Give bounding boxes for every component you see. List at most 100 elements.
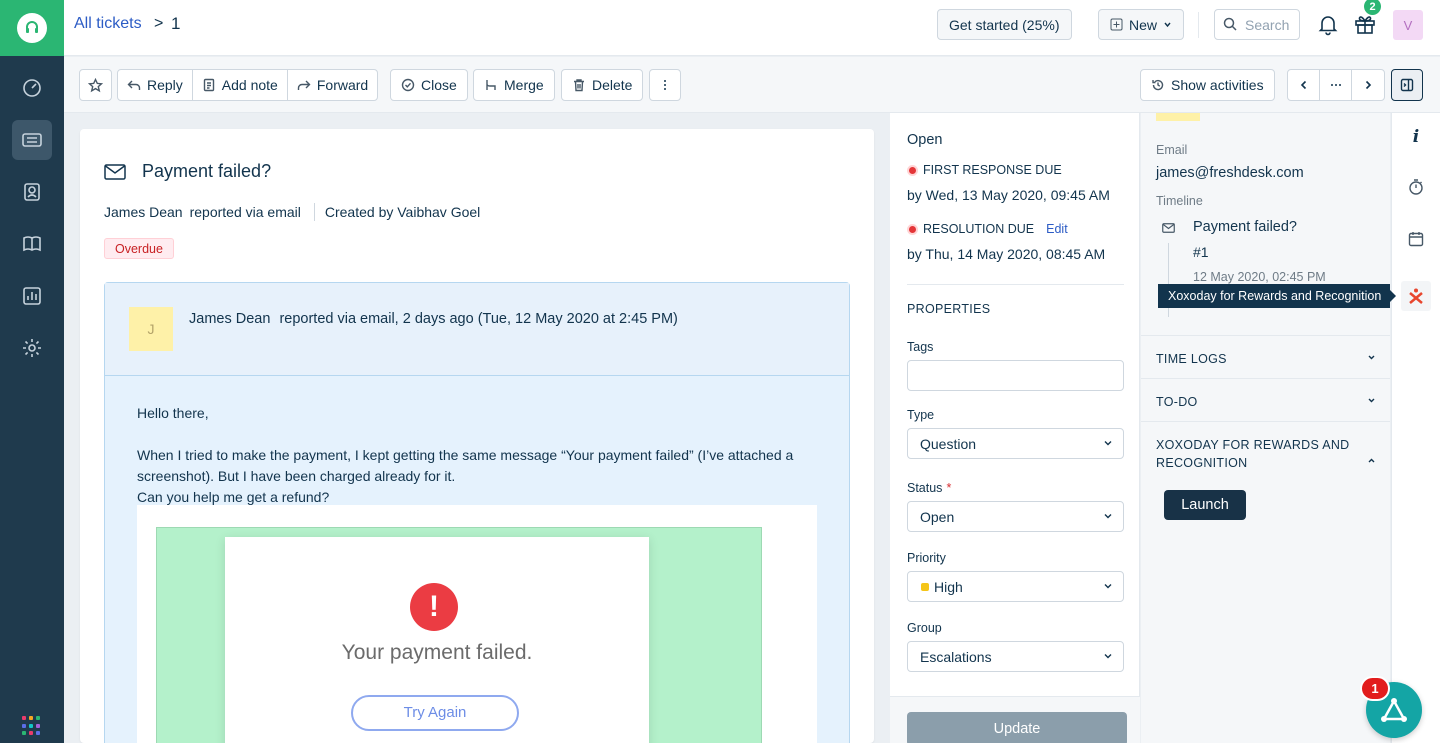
xoxoday-title[interactable]: XOXODAY FOR REWARDS AND RECOGNITION	[1156, 436, 1356, 472]
message-sender[interactable]: James Dean	[189, 311, 270, 327]
search-input[interactable]: Search	[1214, 9, 1300, 40]
chevron-up-icon[interactable]	[1367, 456, 1376, 465]
breadcrumb-all-tickets[interactable]: All tickets	[74, 15, 142, 33]
ticket-list-more-button[interactable]	[1320, 70, 1352, 100]
screenshot-try-again: Try Again	[351, 695, 519, 731]
close-button[interactable]: Close	[390, 69, 468, 101]
email-label: Email	[1156, 143, 1188, 157]
resolution-row: RESOLUTION DUE Edit	[907, 222, 1068, 236]
notifications-bell-icon[interactable]	[1316, 12, 1340, 36]
ticket-toolbar: Reply Add note Forward Close Merge Delet…	[64, 57, 1440, 113]
tags-label: Tags	[907, 340, 934, 354]
freshdesk-logo[interactable]	[0, 0, 64, 56]
add-note-button[interactable]: Add note	[193, 70, 288, 100]
more-actions-button[interactable]	[649, 69, 681, 101]
priority-label: Priority	[907, 551, 946, 565]
knowledge-base-icon[interactable]	[12, 224, 52, 264]
message-body: Hello there, When I tried to make the pa…	[137, 403, 827, 508]
todo-section[interactable]: TO-DO	[1141, 378, 1390, 421]
reply-button[interactable]: Reply	[118, 70, 193, 100]
gift-icon[interactable]	[1353, 12, 1377, 36]
priority-select[interactable]: High	[907, 571, 1124, 602]
check-circle-icon	[401, 78, 415, 92]
contact-email[interactable]: james@freshdesk.com	[1156, 165, 1304, 181]
get-started-button[interactable]: Get started (25%)	[937, 9, 1072, 40]
ticket-card: Payment failed? James Dean reported via …	[80, 129, 874, 743]
resolution-edit-link[interactable]: Edit	[1046, 222, 1068, 236]
merge-button[interactable]: Merge	[473, 69, 555, 101]
conversation-message: J James Dean reported via email, 2 days …	[104, 282, 850, 743]
settings-icon[interactable]	[12, 328, 52, 368]
status-label: Status *	[907, 481, 951, 495]
timeline-ticket-title[interactable]: Payment failed?	[1193, 219, 1297, 235]
chevron-down-icon	[1164, 22, 1171, 28]
headset-icon	[17, 13, 47, 43]
calendar-icon[interactable]	[1404, 227, 1428, 251]
xoxoday-app-icon[interactable]	[1401, 281, 1431, 311]
requester-name[interactable]: James Dean	[104, 204, 183, 220]
toggle-sidebar-button[interactable]	[1391, 69, 1423, 101]
type-select[interactable]: Question	[907, 428, 1124, 459]
star-button[interactable]	[79, 69, 112, 101]
close-label: Close	[421, 77, 457, 93]
chevron-right-icon	[1365, 80, 1372, 90]
required-marker: *	[946, 481, 952, 495]
ticket-nav-group	[1287, 69, 1385, 101]
tags-input[interactable]	[907, 360, 1124, 391]
left-nav	[0, 0, 64, 743]
group-select[interactable]: Escalations	[907, 641, 1124, 672]
user-avatar[interactable]: V	[1393, 10, 1423, 40]
status-label-text: Status	[907, 481, 943, 495]
email-icon	[104, 164, 126, 180]
forward-button[interactable]: Forward	[288, 70, 377, 100]
chevron-down-icon	[1368, 398, 1375, 403]
delete-button[interactable]: Delete	[561, 69, 644, 101]
ticket-id: 1	[171, 14, 181, 33]
breadcrumb-separator: >	[154, 15, 164, 32]
reply-icon	[127, 80, 141, 90]
app-switcher-icon[interactable]	[22, 716, 42, 736]
xoxoday-tooltip: Xoxoday for Rewards and Recognition	[1158, 284, 1396, 308]
created-by: Created by Vaibhav Goel	[324, 204, 481, 220]
search-placeholder: Search	[1245, 16, 1290, 33]
contacts-icon[interactable]	[12, 172, 52, 212]
time-logs-section[interactable]: TIME LOGS	[1141, 335, 1390, 378]
reports-icon[interactable]	[12, 276, 52, 316]
gift-badge: 2	[1364, 0, 1381, 15]
ellipsis-icon	[1330, 84, 1341, 86]
show-activities-button[interactable]: Show activities	[1140, 69, 1275, 101]
first-response-label: FIRST RESPONSE DUE	[923, 163, 1062, 177]
update-button[interactable]: Update	[907, 712, 1127, 743]
previous-ticket-button[interactable]	[1288, 70, 1320, 100]
todo-title: TO-DO	[1156, 395, 1198, 409]
dashboard-icon[interactable]	[12, 68, 52, 108]
note-icon	[203, 78, 214, 92]
star-icon	[88, 77, 103, 92]
top-header: All tickets > 1 Get started (25%) New Se…	[64, 0, 1440, 56]
attached-screenshot[interactable]: ! Your payment failed. Try Again	[137, 505, 817, 743]
contact-details-panel: Email james@freshdesk.com Timeline Payme…	[1141, 113, 1390, 743]
ticket-meta: James Dean reported via email Created by…	[104, 203, 480, 221]
sla-dot-icon	[907, 223, 918, 235]
chevron-down-icon	[1104, 584, 1112, 589]
timer-icon[interactable]	[1404, 175, 1428, 199]
show-activities-label: Show activities	[1171, 77, 1264, 93]
next-ticket-button[interactable]	[1352, 70, 1384, 100]
divider	[1198, 12, 1199, 38]
type-label: Type	[907, 408, 935, 422]
forward-icon	[297, 80, 311, 90]
properties-panel: Open FIRST RESPONSE DUE by Wed, 13 May 2…	[890, 113, 1140, 743]
chevron-down-icon	[1368, 355, 1375, 360]
resolution-date: by Thu, 14 May 2020, 08:45 AM	[907, 246, 1106, 262]
message-header: J James Dean reported via email, 2 days …	[105, 283, 849, 376]
delete-label: Delete	[592, 77, 633, 93]
launch-button[interactable]: Launch	[1164, 490, 1246, 520]
overdue-badge: Overdue	[104, 238, 174, 259]
new-button[interactable]: New	[1098, 9, 1185, 40]
info-icon[interactable]: i	[1404, 125, 1428, 149]
screenshot-error-text: Your payment failed.	[341, 641, 533, 664]
status-select[interactable]: Open	[907, 501, 1124, 532]
kebab-icon	[664, 80, 666, 90]
ticket-subject: Payment failed?	[142, 161, 272, 181]
tickets-icon[interactable]	[12, 120, 52, 160]
